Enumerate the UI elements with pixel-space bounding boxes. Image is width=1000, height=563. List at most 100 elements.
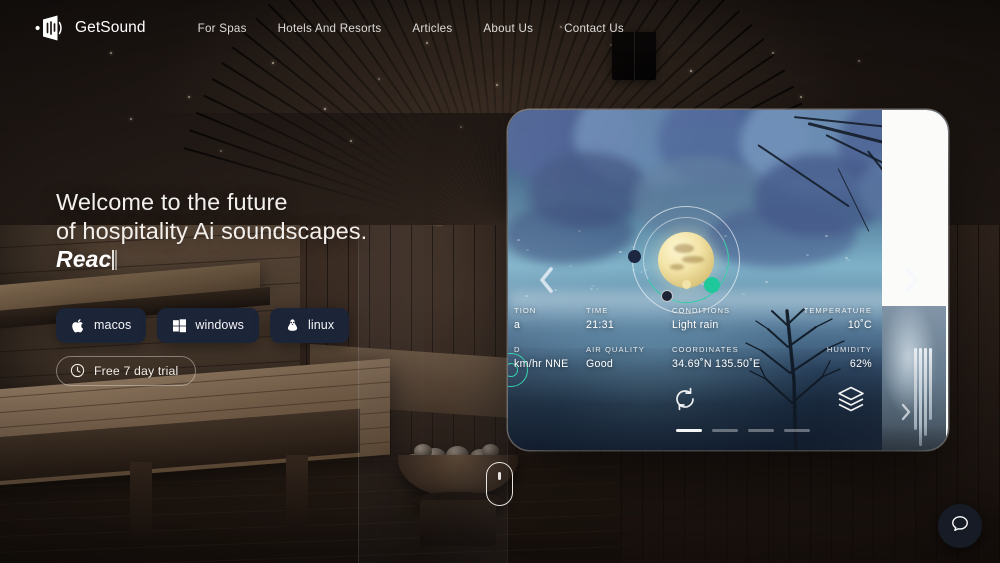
ceiling-star-light: [220, 150, 222, 152]
hero-typed-text: Reac: [56, 245, 111, 274]
readout-cell: AIR QUALITY Good: [586, 345, 645, 370]
screen-pagination: [676, 429, 810, 432]
scroll-mouse-icon: [486, 462, 513, 506]
snow-fleck: [569, 265, 572, 267]
ceiling-star-light: [188, 96, 190, 98]
orbit-dot-navy: [628, 250, 641, 263]
nav-link-about-us[interactable]: About Us: [483, 22, 533, 35]
ceiling-star-light: [272, 62, 274, 64]
hero-headline-line2: of hospitality Ai soundscapes.: [56, 217, 476, 246]
pagination-dash-2[interactable]: [748, 429, 774, 432]
snow-fleck: [847, 259, 850, 261]
ceiling-star-light: [350, 140, 352, 142]
ceiling-star-light: [800, 96, 802, 98]
brand-logo[interactable]: GetSound: [34, 13, 146, 43]
snow-fleck: [596, 288, 599, 290]
typing-caret: [112, 250, 114, 270]
free-trial-label: Free 7 day trial: [94, 364, 178, 378]
snow-fleck: [765, 281, 768, 283]
readout-label: COORDINATES: [672, 345, 760, 354]
media-card-next-icon[interactable]: [898, 402, 914, 422]
pagination-dash-3[interactable]: [784, 429, 810, 432]
nav-link-contact-us[interactable]: Contact Us: [564, 22, 624, 35]
readout-label: HUMIDITY: [804, 345, 872, 354]
readout-label: CONDITIONS: [672, 306, 760, 315]
ceiling-star-light: [130, 118, 132, 120]
readout-label: D: [514, 345, 569, 354]
typing-caret-secondary: [115, 250, 117, 270]
readout-cell: CONDITIONS Light rain: [672, 306, 760, 331]
readout-label: TEMPERATURE: [804, 306, 872, 315]
snow-fleck: [590, 288, 593, 290]
readout-value: Light rain: [672, 319, 760, 331]
moon-orbit-dial[interactable]: [632, 206, 740, 314]
sound-wave-logo-icon: [34, 13, 64, 43]
hero-headline-line1: Welcome to the future: [56, 188, 476, 217]
chat-launcher-button[interactable]: [938, 504, 982, 548]
scroll-wheel-dot: [498, 472, 501, 480]
snow-fleck: [517, 239, 520, 241]
pagination-dash-1[interactable]: [712, 429, 738, 432]
readout-column-3: TEMPERATURE 10˚C HUMIDITY 62%: [804, 306, 872, 384]
free-trial-button[interactable]: Free 7 day trial: [56, 356, 196, 386]
readout-cell: Dkm/hr NNE: [514, 345, 569, 370]
readout-value: 21:31: [586, 319, 645, 331]
tablet-device[interactable]: TION a Dkm/hr NNE TIME 21:31 AIR QUALITY Good C…: [508, 110, 948, 450]
readout-value: a: [514, 319, 569, 331]
nav-links: For Spas Hotels And Resorts Articles About …: [198, 22, 624, 35]
hero-section: Welcome to the future of hospitality Ai …: [56, 188, 476, 386]
snow-fleck: [526, 249, 529, 251]
chat-bubble-icon: [949, 513, 971, 540]
screen-prev-button[interactable]: [534, 264, 560, 296]
canopy-foliage: [508, 202, 634, 264]
ceiling-star-light: [324, 108, 326, 110]
os-download-buttons: macos windows linux: [56, 308, 476, 343]
ceiling-star-light: [460, 126, 462, 128]
readout-value: 34.69˚N 135.50˚E: [672, 358, 760, 370]
download-windows-button[interactable]: windows: [157, 308, 259, 343]
download-macos-button[interactable]: macos: [56, 308, 146, 343]
apple-icon: [71, 318, 86, 333]
readout-cell: TION a: [514, 306, 569, 331]
snow-fleck: [591, 285, 594, 287]
readout-cell: TEMPERATURE 10˚C: [804, 306, 872, 331]
sauna-bench-leg-right: [286, 455, 308, 533]
clock-icon: [70, 363, 85, 378]
readout-column-1: TIME 21:31 AIR QUALITY Good: [586, 306, 645, 384]
readout-value: Good: [586, 358, 645, 370]
readout-cell: HUMIDITY 62%: [804, 345, 872, 370]
tablet-screen: TION a Dkm/hr NNE TIME 21:31 AIR QUALITY Good C…: [508, 110, 948, 450]
snow-fleck: [825, 235, 828, 237]
readout-column-2: CONDITIONS Light rain COORDINATES 34.69˚N 1…: [672, 306, 760, 384]
readout-value: 10˚C: [804, 319, 872, 331]
readout-column-0: TION a Dkm/hr NNE: [514, 306, 569, 384]
ceiling-star-light: [690, 70, 692, 72]
readout-value: km/hr NNE: [514, 358, 569, 370]
sauna-bench-leg-left: [130, 462, 152, 540]
top-navigation-bar: GetSound For Spas Hotels And Resorts Artic…: [0, 0, 1000, 56]
nav-link-articles[interactable]: Articles: [412, 22, 452, 35]
nav-link-hotels-and-resorts[interactable]: Hotels And Resorts: [278, 22, 382, 35]
screen-next-button[interactable]: [898, 264, 924, 296]
weather-readout: TION a Dkm/hr NNE TIME 21:31 AIR QUALITY Good C…: [508, 306, 948, 394]
page-root: GetSound For Spas Hotels And Resorts Artic…: [0, 0, 1000, 563]
readout-label: AIR QUALITY: [586, 345, 645, 354]
linux-penguin-icon: [285, 318, 300, 333]
orbit-dot-cream: [682, 280, 691, 289]
orbit-dot-teal: [704, 277, 720, 293]
ceiling-star-light: [496, 84, 498, 86]
refresh-icon[interactable]: [671, 385, 699, 413]
layers-icon[interactable]: [836, 384, 866, 414]
nav-link-for-spas[interactable]: For Spas: [198, 22, 247, 35]
readout-cell: TIME 21:31: [586, 306, 645, 331]
ceiling-star-light: [378, 78, 380, 80]
readout-cell: COORDINATES 34.69˚N 135.50˚E: [672, 345, 760, 370]
media-card-scrim: [882, 425, 946, 450]
hero-typed-line-wrap: Reac: [56, 245, 476, 274]
windows-icon: [172, 318, 187, 333]
snow-fleck: [806, 254, 809, 256]
download-linux-button[interactable]: linux: [270, 308, 349, 343]
orbit-dot-outlined: [661, 290, 673, 302]
pagination-dash-0[interactable]: [676, 429, 702, 432]
readout-value: 62%: [804, 358, 872, 370]
